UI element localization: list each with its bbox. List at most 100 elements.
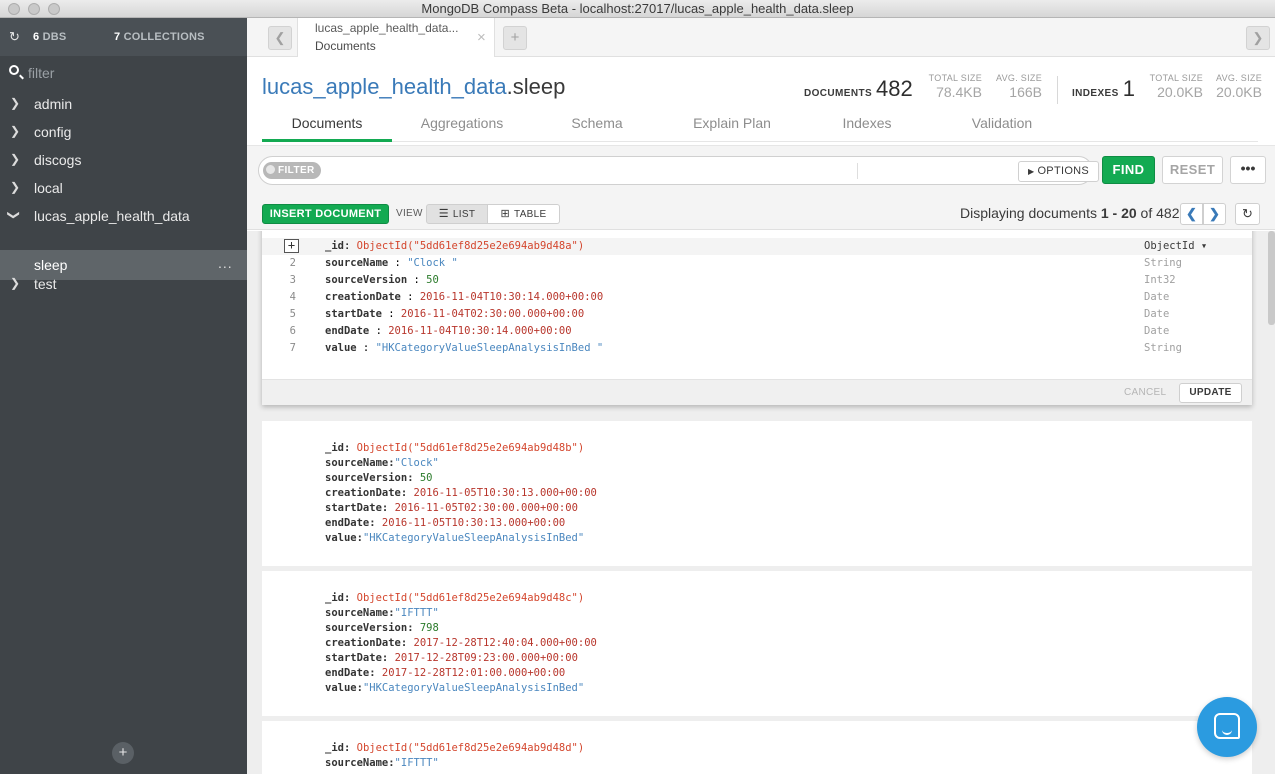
tabs-next-button[interactable]: ❯ — [1246, 26, 1270, 50]
total-size-value: 78.4KB — [936, 84, 982, 100]
options-button[interactable]: ▶ OPTIONS — [1018, 161, 1100, 182]
editor-row[interactable]: 6 endDate : 2016-11-04T10:30:14.000+00:0… — [262, 323, 1252, 340]
document-field: sourceName:"IFTTT" — [325, 607, 439, 619]
tab-aggregations[interactable]: Aggregations — [397, 112, 527, 142]
documents-list: + _id: ObjectId("5dd61ef8d25e2e694ab9d48… — [247, 231, 1275, 774]
expand-icon[interactable]: + — [284, 239, 299, 253]
field-type: String — [1144, 342, 1182, 354]
chevron-right-icon: ❯ — [10, 96, 21, 110]
refresh-icon[interactable]: ↻ — [9, 29, 20, 45]
next-page-button[interactable]: ❯ — [1203, 203, 1226, 225]
view-label: VIEW — [396, 208, 423, 219]
tab-validation[interactable]: Validation — [937, 112, 1067, 142]
document-field: sourceVersion: 798 — [325, 622, 439, 634]
sidebar-item-config[interactable]: ❯ config — [0, 118, 247, 146]
sidebar-filter — [0, 56, 247, 90]
sidebar-item-lucas-apple-health-data[interactable]: ❯ lucas_apple_health_data — [0, 202, 247, 230]
update-button[interactable]: UPDATE — [1179, 383, 1242, 403]
document-field: sourceVersion: 50 — [325, 472, 433, 484]
document-field: endDate: 2016-11-05T10:30:13.000+00:00 — [325, 517, 566, 529]
filter-toggle-icon — [266, 165, 275, 174]
tab-documents[interactable]: lucas_apple_health_data... Documents × — [297, 18, 495, 57]
tab-strip: ❮ lucas_apple_health_data... Documents ×… — [247, 18, 1275, 57]
insert-document-button[interactable]: INSERT DOCUMENT — [262, 204, 389, 224]
sidebar-item-label: admin — [34, 96, 73, 112]
previous-page-button[interactable]: ❮ — [1180, 203, 1203, 225]
sidebar-item-local[interactable]: ❯ local — [0, 174, 247, 202]
sidebar-item-test[interactable]: ❯ test — [0, 270, 247, 298]
index-total-size-value: 20.0KB — [1157, 84, 1203, 100]
reset-button[interactable]: RESET — [1162, 156, 1223, 184]
document-editor: + _id: ObjectId("5dd61ef8d25e2e694ab9d48… — [262, 231, 1252, 405]
document-card[interactable]: _id: ObjectId("5dd61ef8d25e2e694ab9d48c"… — [262, 571, 1252, 716]
sidebar-item-discogs[interactable]: ❯ discogs — [0, 146, 247, 174]
indexes-label: INDEXES — [1072, 88, 1119, 99]
editor-row[interactable]: + _id: ObjectId("5dd61ef8d25e2e694ab9d48… — [262, 238, 1252, 255]
total-size-stat: TOTAL SIZE 78.4KB — [926, 73, 982, 100]
table-icon: ⊞ — [500, 208, 511, 220]
find-button[interactable]: FIND — [1102, 156, 1155, 184]
chevron-down-icon: ❯ — [7, 209, 22, 221]
cancel-button[interactable]: CANCEL — [1124, 387, 1166, 398]
documents-scrollbar[interactable] — [1268, 231, 1275, 325]
documents-count: 482 — [876, 76, 913, 101]
collection-namespace: lucas_apple_health_data.sleep — [262, 74, 565, 100]
editor-row[interactable]: 4 creationDate : 2016-11-04T10:30:14.000… — [262, 289, 1252, 306]
refresh-documents-button[interactable]: ↻ — [1235, 203, 1260, 225]
database-link[interactable]: lucas_apple_health_data — [262, 74, 507, 99]
document-field: _id: ObjectId("5dd61ef8d25e2e694ab9d48d"… — [325, 742, 585, 754]
editor-row[interactable]: 2 sourceName : "Clock " String — [262, 255, 1252, 272]
header-divider — [1057, 76, 1058, 104]
chat-support-button[interactable] — [1197, 697, 1257, 757]
avg-size-value: 166B — [1009, 84, 1042, 100]
avg-size-label: AVG. SIZE — [995, 73, 1042, 83]
sidebar-item-label: discogs — [34, 152, 82, 168]
field-type: Date — [1144, 308, 1170, 320]
document-field: sourceName:"Clock" — [325, 457, 439, 469]
documents-toolbar: INSERT DOCUMENT VIEW ☰ LIST ⊞ TABLE Displa… — [247, 197, 1275, 230]
collections-count: 7 COLLECTIONS — [114, 31, 205, 43]
filter-divider — [857, 163, 858, 179]
chevron-right-icon: ❯ — [10, 276, 21, 290]
sidebar-filter-input[interactable] — [28, 62, 228, 84]
collection-subtabs: Documents Aggregations Schema Explain Pl… — [262, 112, 1258, 142]
more-options-button[interactable]: ••• — [1230, 156, 1266, 184]
tab-indexes[interactable]: Indexes — [802, 112, 932, 142]
add-database-button[interactable]: + — [112, 742, 134, 764]
index-avg-size-label: AVG. SIZE — [1215, 73, 1262, 83]
close-icon[interactable]: × — [477, 29, 486, 46]
document-card[interactable]: _id: ObjectId("5dd61ef8d25e2e694ab9d48b"… — [262, 421, 1252, 566]
document-field: _id: ObjectId("5dd61ef8d25e2e694ab9d48b"… — [325, 442, 585, 454]
editor-row[interactable]: 3 sourceVersion : 50 Int32 — [262, 272, 1252, 289]
document-field: creationDate: 2017-12-28T12:40:04.000+00… — [325, 637, 597, 649]
editor-row[interactable]: 5 startDate : 2016-11-04T02:30:00.000+00… — [262, 306, 1252, 323]
chevron-right-icon: ❯ — [10, 152, 21, 166]
total-size-label: TOTAL SIZE — [928, 73, 982, 83]
window-title: MongoDB Compass Beta - localhost:27017/l… — [421, 1, 854, 16]
list-view-button[interactable]: ☰ LIST — [426, 204, 488, 224]
sidebar-stats: ↻ 6 DBS 7 COLLECTIONS — [0, 18, 247, 56]
filter-pill: FILTER — [263, 162, 321, 179]
documents-label: DOCUMENTS — [804, 88, 873, 99]
dbs-count: 6 DBS — [33, 31, 67, 43]
tab-explain-plan[interactable]: Explain Plan — [667, 112, 797, 142]
tabs-prev-button[interactable]: ❮ — [268, 26, 292, 50]
document-card[interactable]: _id: ObjectId("5dd61ef8d25e2e694ab9d48d"… — [262, 721, 1252, 774]
query-bar: FILTER ▶ OPTIONS FIND RESET ••• — [247, 145, 1275, 197]
editor-row[interactable]: 7 value : "HKCategoryValueSleepAnalysisI… — [262, 340, 1252, 357]
index-avg-size-value: 20.0KB — [1216, 84, 1262, 100]
document-field: endDate: 2017-12-28T12:01:00.000+00:00 — [325, 667, 566, 679]
tab-schema[interactable]: Schema — [532, 112, 662, 142]
tab-documents[interactable]: Documents — [262, 112, 392, 142]
index-total-size-stat: TOTAL SIZE 20.0KB — [1145, 73, 1203, 100]
collection-actions-button[interactable]: ... — [218, 255, 233, 271]
index-avg-size-stat: AVG. SIZE 20.0KB — [1210, 73, 1262, 100]
chat-icon — [1214, 713, 1240, 739]
sidebar-item-admin[interactable]: ❯ admin — [0, 90, 247, 118]
indexes-count: 1 — [1122, 76, 1135, 101]
table-view-button[interactable]: ⊞ TABLE — [488, 204, 560, 224]
tab-title: lucas_apple_health_data... — [315, 21, 459, 35]
add-tab-button[interactable]: + — [503, 26, 527, 50]
type-dropdown[interactable]: ObjectId ▾ — [1144, 240, 1207, 252]
filter-input[interactable]: FILTER ▶ OPTIONS — [258, 156, 1100, 185]
